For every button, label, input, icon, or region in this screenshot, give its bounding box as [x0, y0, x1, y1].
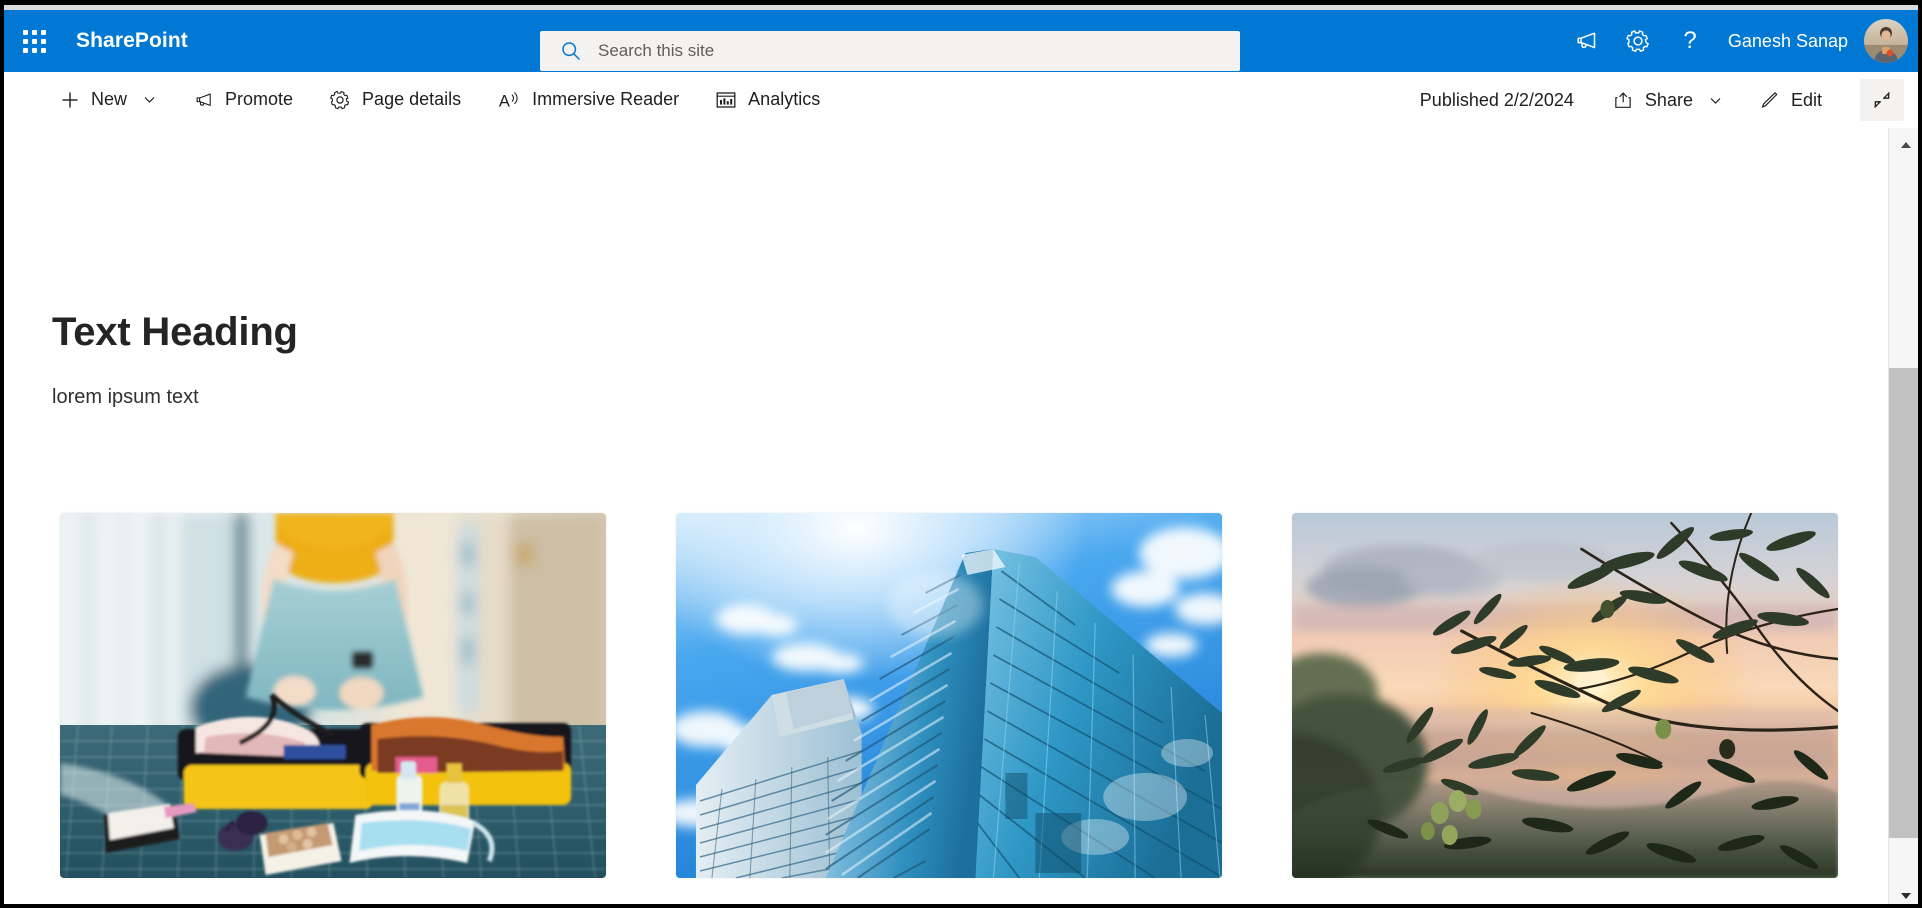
triangle-up-icon [1901, 142, 1911, 148]
page-subtitle: lorem ipsum text [52, 386, 199, 408]
analytics-button-label: Analytics [748, 89, 821, 109]
image-card-skyscraper[interactable] [676, 513, 1222, 878]
suitcase-image [60, 513, 606, 878]
search-box[interactable] [540, 31, 1240, 71]
immersive-reader-icon: A [499, 91, 518, 110]
immersive-reader-button[interactable]: A Immersive Reader [485, 78, 691, 122]
gear-icon [330, 90, 350, 109]
window-frame-bottom [0, 904, 1922, 908]
immersive-reader-button-label: Immersive Reader [532, 89, 680, 109]
collapse-icon [1874, 92, 1890, 108]
exit-fullscreen-button[interactable] [1860, 79, 1904, 121]
edit-button[interactable]: Edit [1746, 78, 1834, 122]
chevron-down-icon [1710, 97, 1721, 104]
share-button-label: Share [1644, 89, 1693, 110]
app-launcher-button[interactable] [10, 17, 58, 65]
new-button-label: New [91, 89, 128, 109]
new-button[interactable]: New [48, 78, 168, 122]
plus-icon [62, 92, 78, 107]
window-frame-right [1918, 0, 1922, 908]
gear-icon [1626, 30, 1649, 52]
triangle-down-icon [1901, 893, 1911, 899]
question-icon: ? [1683, 28, 1696, 54]
publish-status: Published 2/2/2024 [1419, 89, 1574, 110]
analytics-button[interactable]: Analytics [703, 78, 832, 122]
pencil-icon [1761, 92, 1778, 108]
share-button[interactable]: Share [1600, 78, 1734, 122]
command-bar: New Promote Page details A Immersive Rea… [0, 72, 1922, 128]
user-avatar-image [1864, 19, 1908, 63]
chevron-down-icon [144, 97, 155, 103]
page-title: Text Heading [52, 310, 298, 354]
user-name[interactable]: Ganesh Sanap [1728, 31, 1848, 52]
page-details-button[interactable]: Page details [317, 78, 473, 122]
page-details-button-label: Page details [362, 89, 462, 109]
vertical-scrollbar[interactable] [1888, 128, 1922, 908]
megaphone-icon [1577, 32, 1596, 49]
search-icon [562, 42, 580, 60]
search-input[interactable] [598, 31, 1158, 71]
window-frame-left [0, 0, 4, 908]
image-card-olive-sunset[interactable] [1292, 513, 1838, 878]
suite-bar: SharePoint ? [0, 10, 1922, 72]
settings-button[interactable] [1612, 15, 1664, 67]
help-button[interactable]: ? [1664, 15, 1716, 67]
waffle-icon [22, 29, 46, 53]
promoted-news-button[interactable] [1560, 15, 1612, 67]
share-icon [1615, 92, 1631, 108]
search-container [540, 31, 1240, 71]
svg-text:A: A [499, 92, 510, 110]
avatar[interactable] [1864, 19, 1908, 63]
edit-button-label: Edit [1790, 89, 1822, 110]
olive-sunset-image [1292, 513, 1838, 878]
brand-sharepoint[interactable]: SharePoint [76, 29, 188, 53]
suite-bar-actions: ? Ganesh Sanap [1560, 10, 1908, 72]
command-bar-right: Published 2/2/2024 Share Edit [1420, 72, 1904, 128]
promote-button[interactable]: Promote [180, 78, 305, 122]
megaphone-icon [196, 93, 211, 106]
page-canvas: Text Heading lorem ipsum text [0, 128, 1922, 908]
analytics-icon [716, 91, 736, 108]
skyscraper-image [676, 513, 1222, 878]
svg-text:?: ? [1683, 28, 1696, 54]
image-gallery [60, 513, 1838, 878]
image-card-suitcase[interactable] [60, 513, 606, 878]
promote-button-label: Promote [225, 89, 294, 109]
